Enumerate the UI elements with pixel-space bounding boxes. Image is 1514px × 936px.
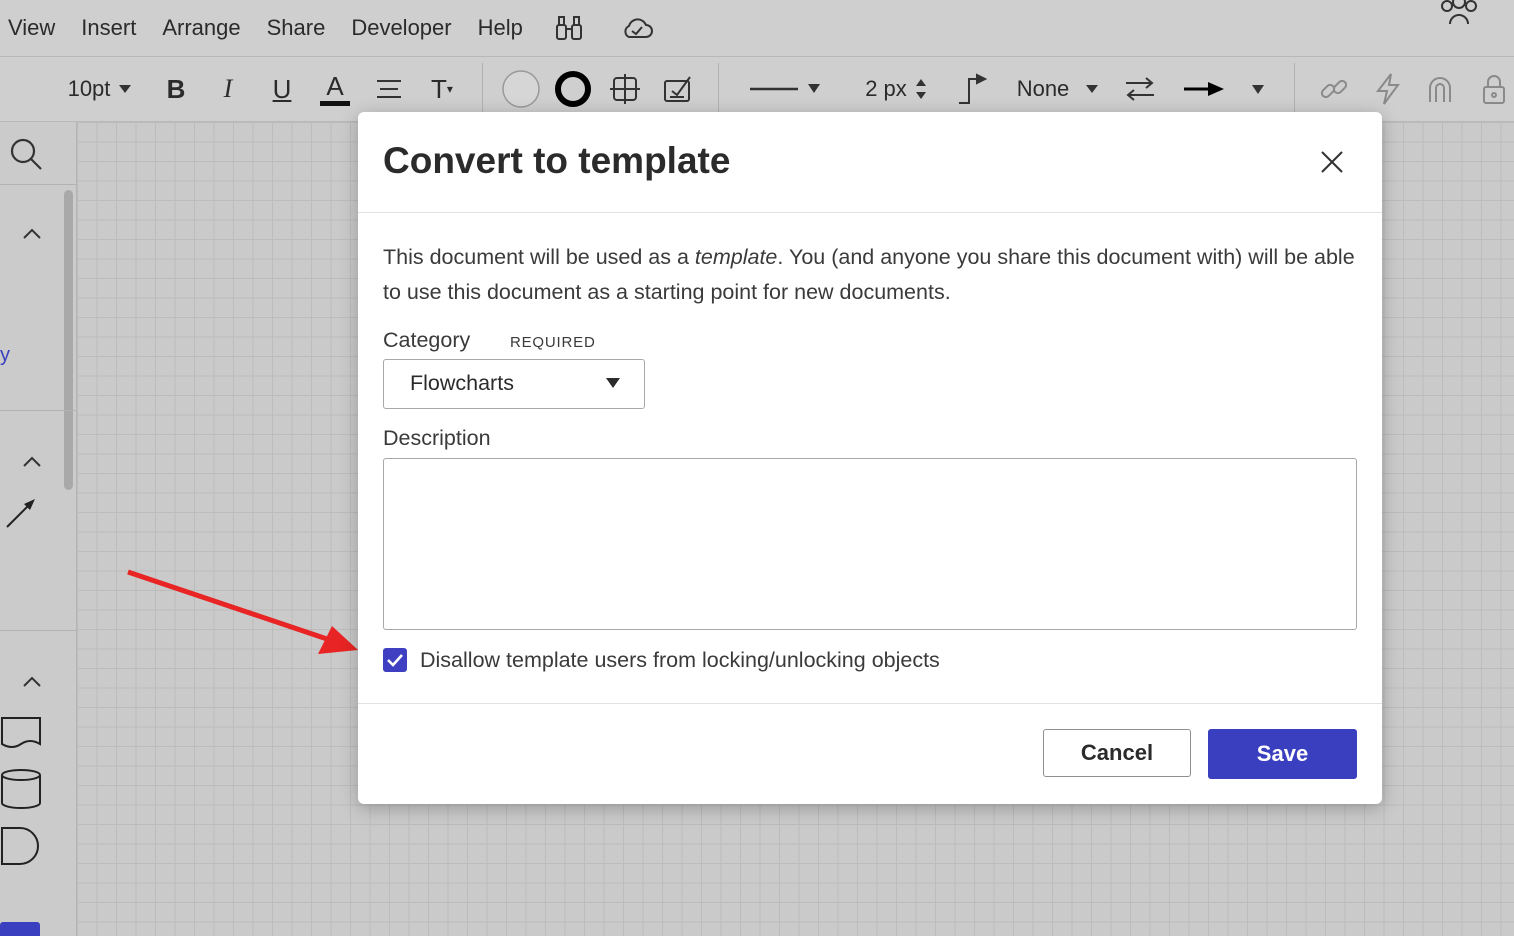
- font-size-select[interactable]: 10pt: [60, 57, 140, 121]
- dialog-header-divider: [358, 212, 1382, 213]
- panel-scrollbar[interactable]: [64, 190, 73, 490]
- disallow-locking-checkbox[interactable]: [383, 648, 407, 672]
- description-label: Description: [383, 426, 491, 450]
- chevron-up-icon[interactable]: [22, 454, 42, 473]
- font-size-value: 10pt: [67, 76, 111, 101]
- convert-template-dialog: Convert to template This document will b…: [358, 112, 1382, 804]
- text-color-icon[interactable]: A: [318, 57, 352, 121]
- caret-down-icon: [119, 85, 132, 93]
- description-text-part: This document will be used as a: [383, 245, 695, 269]
- cloud-icon[interactable]: [617, 8, 657, 48]
- lock-icon[interactable]: [1476, 57, 1512, 121]
- annotation-arrow-icon: [127, 569, 358, 654]
- menu-developer[interactable]: Developer: [351, 15, 451, 41]
- menu-view[interactable]: View: [8, 15, 55, 41]
- users-icon[interactable]: [1438, 0, 1480, 26]
- delay-shape-icon[interactable]: [0, 826, 42, 871]
- toolbar-divider: [718, 63, 719, 115]
- panel-divider: [0, 184, 76, 185]
- binoculars-icon[interactable]: [549, 8, 589, 48]
- required-badge: REQUIRED: [510, 334, 596, 351]
- description-emphasis: template: [694, 245, 778, 269]
- toolbar-divider: [482, 63, 483, 115]
- dialog-title: Convert to template: [383, 140, 731, 181]
- database-shape-icon[interactable]: [0, 768, 42, 815]
- menu-arrange[interactable]: Arrange: [162, 15, 240, 41]
- toolbar-divider: [1294, 63, 1295, 115]
- menu-share[interactable]: Share: [267, 15, 326, 41]
- search-icon[interactable]: [8, 136, 44, 177]
- document-shape-icon[interactable]: [0, 716, 42, 757]
- italic-icon[interactable]: I: [212, 57, 244, 121]
- category-select[interactable]: Flowcharts: [383, 359, 645, 409]
- magnet-icon[interactable]: [1422, 57, 1458, 121]
- underline-icon[interactable]: U: [266, 57, 298, 121]
- caret-down-icon: [606, 378, 620, 388]
- panel-divider: [0, 410, 76, 411]
- caret-down-icon: [1086, 85, 1099, 93]
- chevron-up-icon[interactable]: [22, 226, 42, 245]
- menu-help[interactable]: Help: [478, 15, 523, 41]
- panel-action-button[interactable]: [0, 922, 40, 936]
- arrow-start-value: None: [1016, 76, 1070, 101]
- category-value: Flowcharts: [410, 371, 514, 395]
- close-icon[interactable]: [1318, 148, 1346, 176]
- truncated-label[interactable]: y: [0, 344, 10, 367]
- save-button[interactable]: Save: [1208, 729, 1357, 779]
- cancel-button[interactable]: Cancel: [1043, 729, 1191, 777]
- panel-divider: [0, 630, 76, 631]
- chevron-up-icon[interactable]: [22, 674, 42, 693]
- checkmark-icon: [387, 654, 403, 667]
- left-shape-panel: y: [0, 122, 77, 936]
- bold-icon[interactable]: B: [160, 57, 192, 121]
- menu-insert[interactable]: Insert: [81, 15, 136, 41]
- stepper-arrows-icon: [915, 79, 926, 99]
- dialog-description: This document will be used as a template…: [383, 240, 1363, 310]
- line-width-value: 2 px: [865, 76, 907, 101]
- disallow-locking-label[interactable]: Disallow template users from locking/unl…: [420, 648, 940, 673]
- menu-bar: View Insert Arrange Share Developer Help: [0, 0, 1514, 57]
- arrow-line-shape-icon[interactable]: [4, 496, 38, 535]
- dialog-footer-divider: [358, 703, 1382, 704]
- description-input[interactable]: [383, 458, 1357, 630]
- category-label: Category: [383, 328, 471, 352]
